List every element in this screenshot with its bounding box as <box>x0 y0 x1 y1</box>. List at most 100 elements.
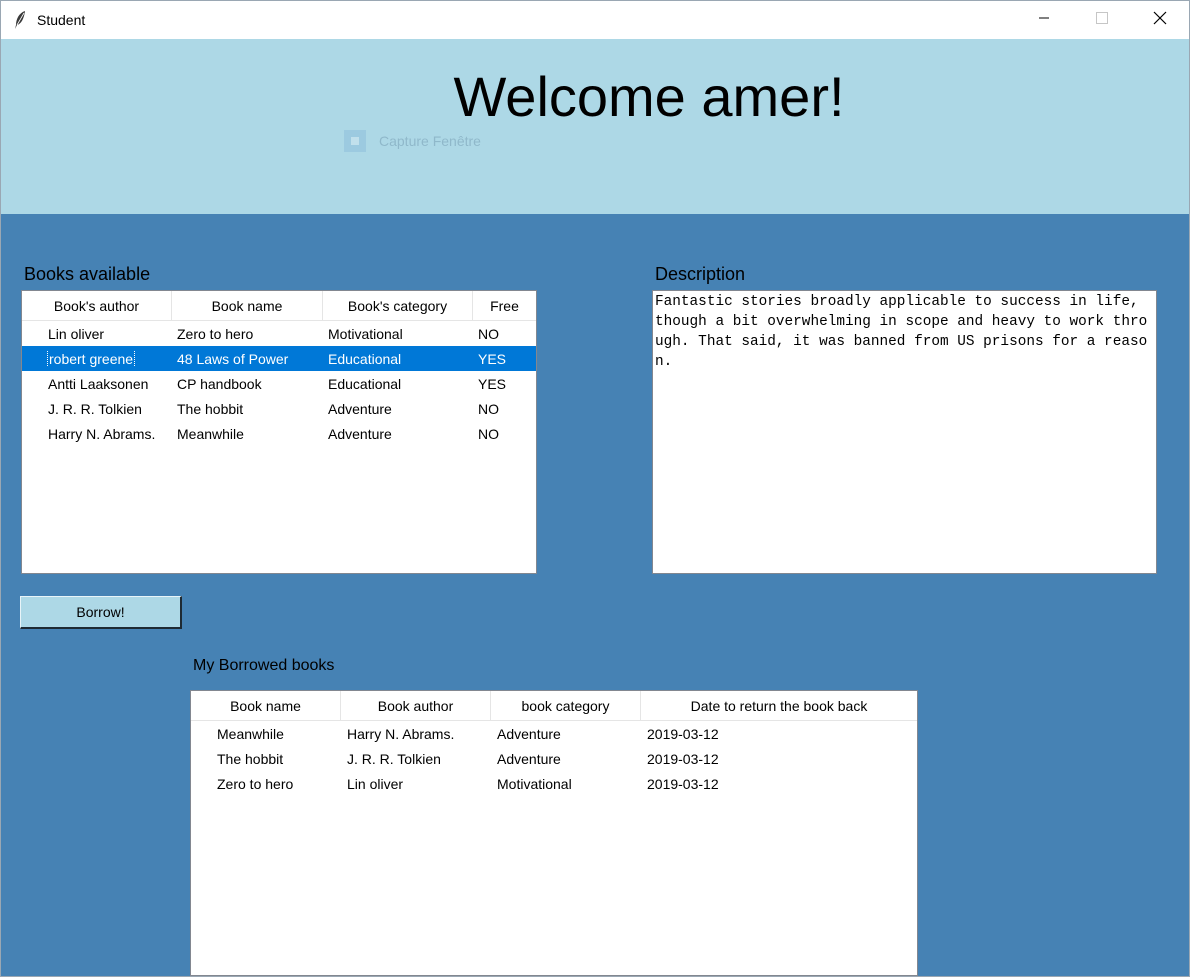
books-available-table[interactable]: Book's author Book name Book's category … <box>21 290 537 574</box>
table-row[interactable]: robert greene 48 Laws of Power Educational… <box>22 346 536 371</box>
table-cell: Lin oliver <box>22 326 172 342</box>
cell-text: CP handbook <box>177 375 262 392</box>
table-row[interactable]: Harry N. Abrams. Meanwhile Adventure NO <box>22 421 536 446</box>
table-cell: J. R. R. Tolkien <box>341 751 491 767</box>
close-icon <box>1153 11 1167 30</box>
table-cell: Lin oliver <box>341 776 491 792</box>
cell-text: 48 Laws of Power <box>177 350 289 367</box>
table-row[interactable]: Antti Laaksonen CP handbook Educational YES <box>22 371 536 396</box>
table-cell: Harry N. Abrams. <box>22 426 172 442</box>
table-cell: YES <box>473 376 536 392</box>
description-label: Description <box>655 264 746 284</box>
table-cell: The hobbit <box>191 751 341 767</box>
table-row[interactable]: Zero to hero Lin oliver Motivational 2019-0… <box>191 771 917 796</box>
cell-text: Adventure <box>328 425 392 442</box>
table-cell: Antti Laaksonen <box>22 376 172 392</box>
table-cell: Adventure <box>323 401 473 417</box>
table-body: Lin oliver Zero to hero Motivational NO robe… <box>22 321 536 446</box>
cell-text: Adventure <box>497 750 561 767</box>
cell-text: 2019-03-12 <box>647 750 719 767</box>
table-cell: Meanwhile <box>172 426 323 442</box>
cell-text: YES <box>478 350 507 367</box>
table-cell: Educational <box>323 351 473 367</box>
table-cell: Adventure <box>491 726 641 742</box>
capture-window-overlay: Capture Fenêtre <box>344 130 481 152</box>
description-text[interactable]: Fantastic stories broadly applicable to … <box>652 290 1157 574</box>
feather-icon <box>13 10 27 30</box>
cell-text: NO <box>478 400 499 417</box>
cell-text: Meanwhile <box>177 425 244 442</box>
table-cell: NO <box>473 326 536 342</box>
cell-text: Lin oliver <box>48 325 105 342</box>
table-cell: Motivational <box>323 326 473 342</box>
cell-text: NO <box>478 325 499 342</box>
title-bar[interactable]: Student <box>1 1 1189 39</box>
column-header-name[interactable]: Book name <box>172 291 323 320</box>
cell-text: robert greene <box>46 350 136 367</box>
borrowed-books-label: My Borrowed books <box>193 657 335 674</box>
column-header-return-date[interactable]: Date to return the book back <box>641 691 917 720</box>
table-cell: 2019-03-12 <box>641 751 917 767</box>
cell-text: Lin oliver <box>347 775 404 792</box>
capture-label: Capture Fenêtre <box>379 133 481 149</box>
borrow-button[interactable]: Borrow! <box>20 596 182 629</box>
table-cell: Meanwhile <box>191 726 341 742</box>
cell-text: Zero to hero <box>177 325 254 342</box>
minimize-icon <box>1038 11 1050 29</box>
table-cell: NO <box>473 426 536 442</box>
column-header-category[interactable]: Book's category <box>323 291 473 320</box>
column-header-free[interactable]: Free <box>473 291 536 320</box>
table-cell: 48 Laws of Power <box>172 351 323 367</box>
table-header: Book name Book author book category Date… <box>191 691 917 721</box>
table-row[interactable]: Lin oliver Zero to hero Motivational NO <box>22 321 536 346</box>
table-body: Meanwhile Harry N. Abrams. Adventure 2019-0… <box>191 721 917 796</box>
books-available-label: Books available <box>24 264 151 284</box>
cell-text: 2019-03-12 <box>647 775 719 792</box>
cell-text: Motivational <box>497 775 572 792</box>
window-title: Student <box>37 12 86 28</box>
cell-text: Adventure <box>328 400 392 417</box>
cell-text: Antti Laaksonen <box>48 375 149 392</box>
cell-text: J. R. R. Tolkien <box>48 400 142 417</box>
table-cell: Harry N. Abrams. <box>341 726 491 742</box>
table-cell: 2019-03-12 <box>641 726 917 742</box>
cell-text: Harry N. Abrams. <box>48 425 156 442</box>
maximize-button[interactable] <box>1073 1 1131 39</box>
minimize-button[interactable] <box>1015 1 1073 39</box>
welcome-title: Welcome amer! <box>453 65 845 128</box>
table-cell: Adventure <box>491 751 641 767</box>
table-row[interactable]: The hobbit J. R. R. Tolkien Adventure 2019-… <box>191 746 917 771</box>
cell-text: Educational <box>328 375 402 392</box>
cell-text: The hobbit <box>217 750 284 767</box>
cell-text: Zero to hero <box>217 775 294 792</box>
table-header: Book's author Book name Book's category … <box>22 291 536 321</box>
table-row[interactable]: J. R. R. Tolkien The hobbit Adventure NO <box>22 396 536 421</box>
cell-text: Motivational <box>328 325 403 342</box>
table-cell: CP handbook <box>172 376 323 392</box>
table-cell: Zero to hero <box>172 326 323 342</box>
close-button[interactable] <box>1131 1 1189 39</box>
student-window: Student Welcome amer! Capture Fenêtre Bo… <box>0 0 1190 977</box>
cell-text: Meanwhile <box>217 725 284 742</box>
maximize-icon <box>1096 11 1108 29</box>
table-cell: Motivational <box>491 776 641 792</box>
borrowed-books-table[interactable]: Book name Book author book category Date… <box>190 690 918 976</box>
table-cell: robert greene <box>22 350 172 367</box>
column-header-author[interactable]: Book's author <box>22 291 172 320</box>
cell-text: NO <box>478 425 499 442</box>
table-cell: Adventure <box>323 426 473 442</box>
column-header-book-name[interactable]: Book name <box>191 691 341 720</box>
table-cell: YES <box>473 351 536 367</box>
cell-text: 2019-03-12 <box>647 725 719 742</box>
cell-text: Harry N. Abrams. <box>347 725 455 742</box>
welcome-header: Welcome amer! Capture Fenêtre <box>1 39 1189 214</box>
table-cell: Zero to hero <box>191 776 341 792</box>
cell-text: YES <box>478 375 507 392</box>
column-header-book-author[interactable]: Book author <box>341 691 491 720</box>
table-cell: The hobbit <box>172 401 323 417</box>
cell-text: Educational <box>328 350 402 367</box>
table-cell: 2019-03-12 <box>641 776 917 792</box>
column-header-book-category[interactable]: book category <box>491 691 641 720</box>
cell-text: J. R. R. Tolkien <box>347 750 441 767</box>
table-row[interactable]: Meanwhile Harry N. Abrams. Adventure 2019-0… <box>191 721 917 746</box>
